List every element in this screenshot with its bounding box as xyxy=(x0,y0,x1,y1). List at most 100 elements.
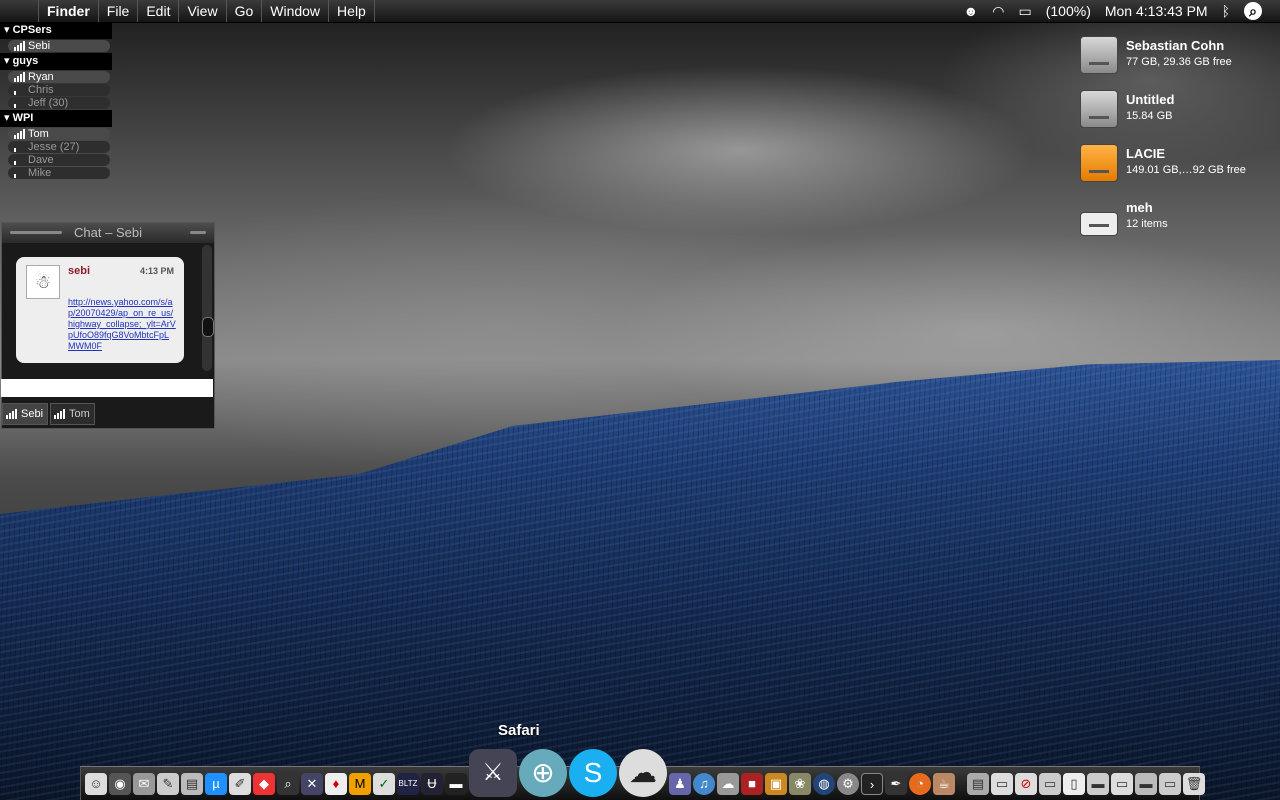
console-game-icon[interactable]: ▬ xyxy=(445,773,467,795)
unreal-icon[interactable]: Ʉ xyxy=(421,773,443,795)
mail-icon[interactable]: ✉ xyxy=(133,773,155,795)
network-icon[interactable]: ☁ xyxy=(717,773,739,795)
apple-menu-icon[interactable] xyxy=(0,0,39,22)
usb-drive-icon xyxy=(1080,144,1118,182)
itunes-icon[interactable]: ♫ xyxy=(693,773,715,795)
buddy-group-wpi[interactable]: ▾ WPI xyxy=(0,110,112,127)
text-editor-icon[interactable]: ✎ xyxy=(157,773,179,795)
finder-icon[interactable]: ☺ xyxy=(85,773,107,795)
spotlight-search-icon[interactable]: ⌕ xyxy=(1244,2,1262,20)
buddy-jeff[interactable]: Jeff (30) xyxy=(8,97,110,109)
menu-bar: Finder File Edit View Go Window Help ☻ ◠… xyxy=(0,0,1280,23)
drive-untitled[interactable]: Untitled 15.84 GB xyxy=(1080,90,1270,134)
script-editor-icon[interactable]: ✒ xyxy=(885,773,907,795)
buddy-dave[interactable]: Dave xyxy=(8,154,110,166)
window-toolbar-toggle[interactable] xyxy=(190,231,206,234)
chat-window: Chat – Sebi ☃ sebi 4:13 PM http://news.y… xyxy=(1,222,215,429)
signal-icon xyxy=(14,85,16,95)
chat-tabs: Sebi Tom xyxy=(2,403,95,425)
buddy-jesse[interactable]: Jesse (27) xyxy=(8,141,110,153)
downloads-icon[interactable]: ▭ xyxy=(1159,773,1181,795)
dock-hover-label: Safari xyxy=(498,722,540,739)
tab-tom[interactable]: Tom xyxy=(50,403,95,425)
signal-icon xyxy=(54,409,66,419)
menu-help[interactable]: Help xyxy=(329,0,375,22)
drive-meh[interactable]: meh 12 items xyxy=(1080,198,1270,242)
drive-sebastian-cohn[interactable]: Sebastian Cohn 77 GB, 29.36 GB free xyxy=(1080,36,1270,80)
menu-go[interactable]: Go xyxy=(227,0,263,22)
window-controls[interactable] xyxy=(10,231,62,234)
coffee-app-icon[interactable]: ☕ xyxy=(933,773,955,795)
address-book-icon[interactable]: ♟ xyxy=(669,773,691,795)
tab-sebi[interactable]: Sebi xyxy=(2,403,49,425)
chat-input[interactable] xyxy=(1,379,213,397)
buddy-tom[interactable]: Tom xyxy=(8,128,110,140)
signal-icon xyxy=(14,168,16,178)
dock: ☺ ◉ ✉ ✎ ▤ µ ✐ ◆ ⌕ ✕ ♦ M ✓ BLTZ Ʉ ▬ ⚔ ⊕ S… xyxy=(80,749,1205,800)
folder-icon[interactable]: ▭ xyxy=(1111,773,1133,795)
preview-icon[interactable]: ▤ xyxy=(181,773,203,795)
document-icon[interactable]: ▯ xyxy=(1063,773,1085,795)
menu-file[interactable]: File xyxy=(99,0,139,22)
chat-titlebar[interactable]: Chat – Sebi xyxy=(2,223,214,243)
message-sender: sebi xyxy=(68,265,91,277)
menu-clock[interactable]: Mon 4:13:43 PM xyxy=(1105,3,1208,19)
terminal-icon[interactable]: › xyxy=(861,773,883,795)
menu-window[interactable]: Window xyxy=(262,0,330,22)
google-earth-icon[interactable]: ◍ xyxy=(813,773,835,795)
bluetooth-icon[interactable]: ᛒ xyxy=(1222,3,1230,19)
warcraft-icon[interactable]: ⚔ xyxy=(469,749,517,797)
xcode-icon[interactable]: ✕ xyxy=(301,773,323,795)
cards-icon[interactable]: ♦ xyxy=(325,773,347,795)
drive-lacie[interactable]: LACIE 149.01 GB,…92 GB free xyxy=(1080,144,1270,188)
buddy-avatar: ☃ xyxy=(26,265,60,299)
wifi-icon[interactable]: ◠ xyxy=(992,3,1004,20)
message-time: 4:13 PM xyxy=(139,266,174,276)
signal-icon xyxy=(14,129,25,139)
buddy-mike[interactable]: Mike xyxy=(8,167,110,179)
menu-view[interactable]: View xyxy=(179,0,227,22)
skype-icon[interactable]: S xyxy=(569,749,617,797)
notes-icon[interactable]: ✐ xyxy=(229,773,251,795)
folder-icon[interactable]: ▬ xyxy=(1135,773,1157,795)
iphoto-icon[interactable]: ❀ xyxy=(789,773,811,795)
chat-scrollbar[interactable] xyxy=(202,245,214,371)
safari-icon[interactable]: ⊕ xyxy=(519,749,567,797)
hard-drive-icon xyxy=(1080,36,1118,74)
message-bubble: ☃ sebi 4:13 PM http://news.yahoo.com/s/a… xyxy=(16,257,184,363)
app-menu[interactable]: Finder xyxy=(39,0,99,22)
utorrent-icon[interactable]: µ xyxy=(205,773,227,795)
buddy-ryan[interactable]: Ryan xyxy=(8,71,110,83)
chat-title: Chat – Sebi xyxy=(74,225,142,240)
spotlight-icon[interactable]: ⌕ xyxy=(277,773,299,795)
checkmark-app-icon[interactable]: ✓ xyxy=(373,773,395,795)
folder-icon[interactable]: ▬ xyxy=(1087,773,1109,795)
message-link[interactable]: http://news.yahoo.com/s/ap/20070429/ap_o… xyxy=(68,297,176,352)
signal-icon xyxy=(14,142,16,152)
m-app-icon[interactable]: M xyxy=(349,773,371,795)
system-icon[interactable]: ⚙ xyxy=(837,773,859,795)
buddy-group-guys[interactable]: ▾ guys xyxy=(0,53,112,70)
dashboard-icon[interactable]: ◉ xyxy=(109,773,131,795)
red-app-icon[interactable]: ■ xyxy=(741,773,763,795)
adium-icon[interactable]: ☁ xyxy=(619,749,667,797)
firefox-icon[interactable]: ◔ xyxy=(909,773,931,795)
buddy-chris[interactable]: Chris xyxy=(8,84,110,96)
blocked-folder-icon[interactable]: ⊘ xyxy=(1015,773,1037,795)
battery-percent[interactable]: (100%) xyxy=(1046,3,1091,19)
blitz-icon[interactable]: BLTZ xyxy=(397,773,419,795)
battery-icon[interactable]: ▭ xyxy=(1018,3,1031,20)
menu-edit[interactable]: Edit xyxy=(138,0,180,22)
signal-icon xyxy=(6,409,17,419)
photo-booth-icon[interactable]: ▣ xyxy=(765,773,787,795)
buddy-group-cpsers[interactable]: ▾ CPSers xyxy=(0,22,112,39)
drive-stack-icon[interactable]: ▭ xyxy=(1039,773,1061,795)
applications-stack-icon[interactable]: ▤ xyxy=(967,773,989,795)
scroll-thumb[interactable] xyxy=(202,317,214,337)
drive-stack-icon[interactable]: ▭ xyxy=(991,773,1013,795)
buddy-sebi[interactable]: Sebi xyxy=(8,40,110,52)
trash-icon[interactable]: 🗑 xyxy=(1183,773,1205,795)
menu-extra-icon[interactable]: ☻ xyxy=(964,3,979,19)
color-picker-icon[interactable]: ◆ xyxy=(253,773,275,795)
signal-icon xyxy=(14,155,16,165)
